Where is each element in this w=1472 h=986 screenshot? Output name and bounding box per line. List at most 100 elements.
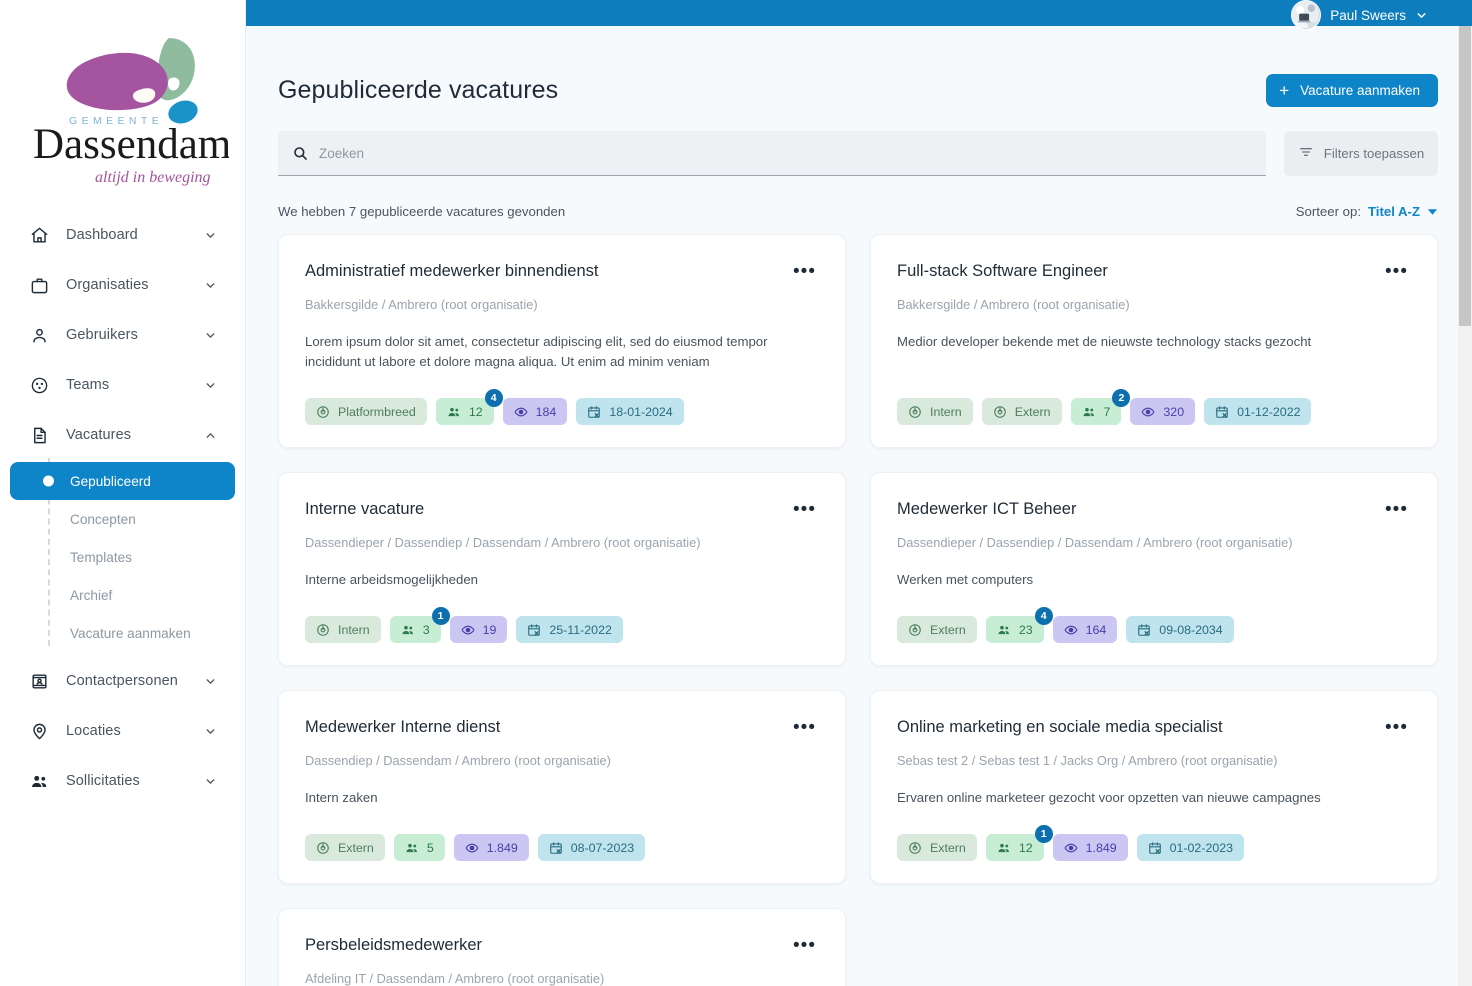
card-description: Ervaren online marketeer gezocht voor op… [897,788,1411,808]
search-box[interactable] [278,131,1266,176]
chip-applicants-count: 12 [469,405,483,419]
ellipsis-icon[interactable]: ••• [1375,717,1411,743]
chip-views-count: 19 [483,623,497,637]
dassendam-logo-icon: GEMEENTE Dassendam altijd in beweging [17,26,229,198]
chip-applicants-count: 12 [1019,841,1033,855]
chevron-down-icon[interactable] [203,228,217,242]
sidebar-subitem-gepubliceerd[interactable]: Gepubliceerd [10,462,235,500]
chip-views-count: 1.849 [1086,841,1117,855]
sidebar-subitem-vacature-aanmaken[interactable]: Vacature aanmaken [10,614,235,652]
chevron-down-icon[interactable] [203,724,217,738]
sidebar-subitem-archief[interactable]: Archief [10,576,235,614]
home-icon [28,224,50,246]
sidebar-item-sollicitaties[interactable]: Sollicitaties [10,756,235,806]
chip-views: 19 [450,616,508,643]
sidebar-item-contactpersonen[interactable]: Contactpersonen [10,656,235,706]
search-input[interactable] [319,131,1252,175]
chevron-up-icon[interactable] [203,428,217,442]
card-title: Persbeleidsmedewerker [305,935,482,956]
card-header: Administratief medewerker binnendienst •… [305,261,819,287]
create-vacancy-button[interactable]: + Vacature aanmaken [1266,74,1438,107]
ellipsis-icon[interactable]: ••• [783,717,819,743]
chip-visibility: Platformbreed [305,398,427,425]
vacancy-card[interactable]: Full-stack Software Engineer ••• Bakkers… [870,234,1438,448]
card-description: Interne arbeidsmogelijkheden [305,570,819,590]
chip-visibility: Intern [897,398,973,425]
chevron-down-icon[interactable] [203,328,217,342]
card-description: Medior developer bekende met de nieuwste… [897,332,1411,352]
sort-control[interactable]: Sorteer op: Titel A-Z [1296,204,1438,219]
card-chips: Extern 23 4 164 09-08 [897,590,1411,643]
ellipsis-icon[interactable]: ••• [1375,261,1411,287]
scrollbar-thumb[interactable] [1459,26,1471,326]
card-chips: Intern Extern 7 2 320 [897,372,1411,425]
sidebar-item-vacatures[interactable]: Vacatures [10,410,235,460]
ellipsis-icon[interactable]: ••• [1375,499,1411,525]
vacancy-card[interactable]: Interne vacature ••• Dassendieper / Dass… [278,472,846,666]
sort-value[interactable]: Titel A-Z [1368,204,1420,219]
chip-deadline: 09-08-2034 [1126,616,1233,643]
briefcase-icon [28,274,50,296]
sidebar-item-gebruikers[interactable]: Gebruikers [10,310,235,360]
sidebar-item-label: Locaties [66,723,203,739]
vacancy-card[interactable]: Medewerker Interne dienst ••• Dassendiep… [278,690,846,884]
chip-visibility-label: Platformbreed [338,405,416,419]
vacancy-card[interactable]: Online marketing en sociale media specia… [870,690,1438,884]
vacancy-card[interactable]: Medewerker ICT Beheer ••• Dassendieper /… [870,472,1438,666]
document-icon [28,424,50,446]
sidebar-item-teams[interactable]: Teams [10,360,235,410]
results-count: We hebben 7 gepubliceerde vacatures gevo… [278,204,565,219]
sidebar-item-locaties[interactable]: Locaties [10,706,235,756]
card-title: Administratief medewerker binnendienst [305,261,598,282]
chip-views: 1.849 [1053,834,1128,861]
vertical-scrollbar[interactable] [1458,26,1472,986]
teams-circle-icon [28,374,50,396]
sidebar-subitem-concepten[interactable]: Concepten [10,500,235,538]
users-group-icon [28,770,50,792]
chip-applicants-badge: 4 [1035,607,1053,625]
vacancy-card[interactable]: Persbeleidsmedewerker ••• Afdeling IT / … [278,908,846,986]
sidebar-subitem-label: Templates [70,550,132,565]
avatar [1291,0,1321,30]
ellipsis-icon[interactable]: ••• [783,499,819,525]
chip-applicants: 3 1 [390,616,441,643]
chevron-down-icon[interactable] [203,774,217,788]
card-organisation: Afdeling IT / Dassendam / Ambrero (root … [305,971,819,986]
chevron-down-icon[interactable] [203,278,217,292]
card-header: Full-stack Software Engineer ••• [897,261,1411,287]
sidebar-item-organisaties[interactable]: Organisaties [10,260,235,310]
sidebar-subitem-templates[interactable]: Templates [10,538,235,576]
chip-visibility: Intern [305,616,381,643]
card-organisation: Bakkersgilde / Ambrero (root organisatie… [897,297,1411,312]
contact-card-icon [28,670,50,692]
svg-text:Dassendam: Dassendam [33,121,229,168]
user-menu[interactable]: Paul Sweers [1291,0,1428,30]
chevron-down-icon[interactable] [203,378,217,392]
ellipsis-icon[interactable]: ••• [783,935,819,961]
chevron-down-icon[interactable] [1415,9,1428,22]
chip-applicants-count: 7 [1104,405,1111,419]
vacancy-card[interactable]: Administratief medewerker binnendienst •… [278,234,846,448]
chip-applicants-badge: 1 [432,607,450,625]
logo[interactable]: GEMEENTE Dassendam altijd in beweging [0,0,245,210]
sidebar-item-dashboard[interactable]: Dashboard [10,210,235,260]
top-bar: Paul Sweers [246,0,1472,26]
apply-filters-button[interactable]: Filters toepassen [1284,131,1438,176]
card-chips: Platformbreed 12 4 184 [305,372,819,425]
create-vacancy-label: Vacature aanmaken [1300,83,1420,98]
chip-views: 1.849 [454,834,529,861]
card-title: Full-stack Software Engineer [897,261,1108,282]
sidebar-item-label: Dashboard [66,227,203,243]
card-organisation: Bakkersgilde / Ambrero (root organisatie… [305,297,819,312]
card-organisation: Dassendieper / Dassendiep / Dassendam / … [897,535,1411,550]
caret-down-icon[interactable] [1427,206,1438,217]
chevron-down-icon[interactable] [203,674,217,688]
chip-visibility-label: Extern [930,841,966,855]
chip-visibility-secondary-label: Extern [1015,405,1051,419]
page-title: Gepubliceerde vacatures [278,76,558,105]
chip-deadline-date: 01-12-2022 [1237,405,1300,419]
ellipsis-icon[interactable]: ••• [783,261,819,287]
sidebar-item-label: Gebruikers [66,327,203,343]
card-header: Online marketing en sociale media specia… [897,717,1411,743]
chip-deadline-date: 01-02-2023 [1170,841,1233,855]
